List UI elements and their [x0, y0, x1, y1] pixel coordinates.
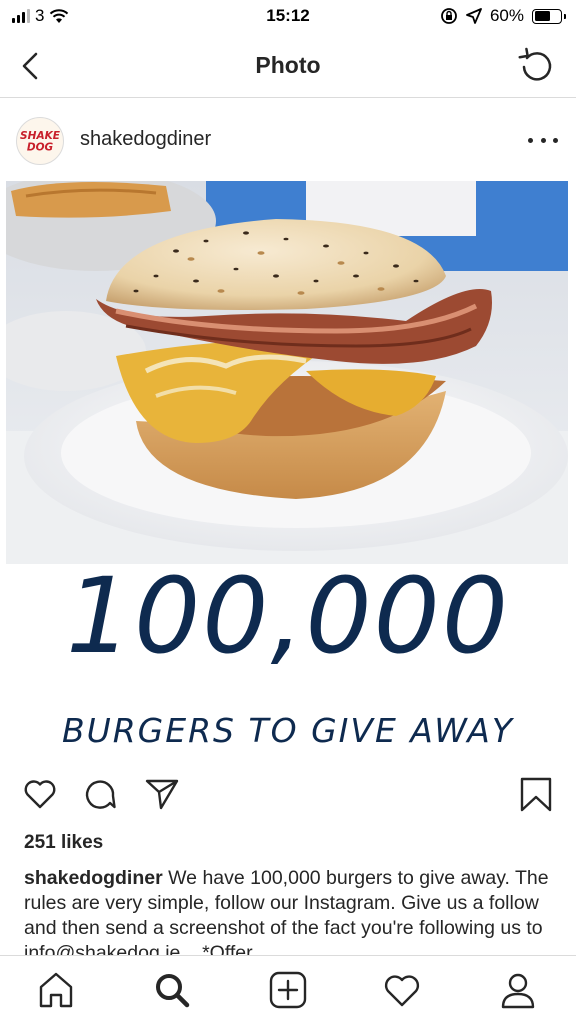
home-icon[interactable]: [36, 970, 76, 1010]
post-username[interactable]: shakedogdiner: [80, 128, 211, 151]
battery-percent: 60%: [489, 6, 524, 25]
battery-icon: [532, 8, 566, 24]
svg-text:DOG: DOG: [27, 142, 54, 154]
avatar[interactable]: SHAKE DOG: [16, 117, 64, 165]
caption-username[interactable]: shakedogdiner: [24, 867, 163, 889]
page-title: Photo: [255, 52, 321, 78]
post-photo[interactable]: [6, 181, 568, 564]
shake-dog-logo: SHAKE DOG: [17, 118, 63, 164]
post-actions: [0, 772, 576, 816]
svg-text:SHAKE: SHAKE: [20, 130, 61, 142]
bookmark-icon[interactable]: [518, 776, 554, 812]
add-icon[interactable]: [268, 970, 308, 1010]
status-bar: 3 15:12 60%: [0, 0, 576, 34]
burger-photo-illustration: [6, 181, 568, 564]
location-icon: [466, 8, 482, 24]
likes-count[interactable]: 251 likes: [24, 832, 103, 854]
promo-number: 100,000: [65, 555, 511, 677]
refresh-icon[interactable]: [516, 46, 556, 86]
post-header: SHAKE DOG shakedogdiner: [0, 100, 576, 180]
status-right: 60%: [440, 6, 566, 26]
more-options-icon[interactable]: [528, 128, 558, 152]
comment-icon[interactable]: [82, 776, 118, 812]
heart-icon[interactable]: [22, 776, 58, 812]
search-icon[interactable]: [152, 970, 192, 1010]
send-icon[interactable]: [144, 776, 180, 812]
tab-bar: [0, 955, 576, 1024]
activity-icon[interactable]: [382, 970, 422, 1010]
orientation-lock-icon: [441, 8, 457, 24]
post-caption: shakedogdiner We have 100,000 burgers to…: [24, 866, 554, 956]
post-promo-graphic[interactable]: 100,000 BURGERS TO GIVE AWAY: [0, 564, 576, 764]
profile-icon[interactable]: [498, 970, 538, 1010]
nav-bar: Photo: [0, 34, 576, 98]
promo-tagline: BURGERS TO GIVE AWAY: [61, 711, 515, 750]
battery-level: [534, 11, 550, 21]
